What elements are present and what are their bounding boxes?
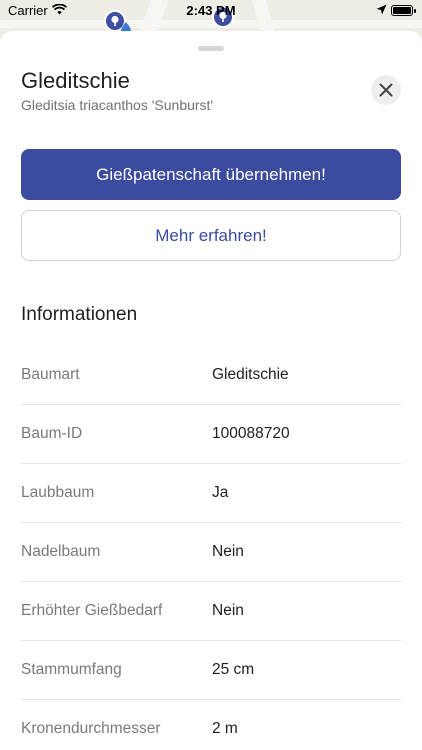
status-bar: Carrier 2:43 PM [0, 0, 422, 22]
info-label: Baum-ID [21, 425, 83, 442]
info-label: Stammumfang [21, 661, 122, 678]
status-time: 2:43 PM [186, 3, 236, 18]
tree-species-subtitle: Gleditsia triacanthos 'Sunburst' [21, 97, 214, 113]
close-icon [379, 83, 393, 97]
close-button[interactable] [371, 75, 401, 105]
info-value: 25 cm [212, 661, 255, 678]
info-row-baum-id: Baum-ID 100088720 [21, 405, 401, 464]
section-title-information: Informationen [21, 304, 138, 325]
location-arrow-icon [376, 4, 387, 15]
info-value: Nein [212, 602, 244, 619]
info-row-giessbedarf: Erhöhter Gießbedarf Nein [21, 582, 401, 641]
info-label: Nadelbaum [21, 543, 101, 560]
info-value: 100088720 [212, 425, 290, 442]
info-label: Erhöhter Gießbedarf [21, 602, 163, 619]
info-row-kronendurchmesser: Kronendurchmesser 2 m [21, 700, 401, 750]
info-label: Laubbaum [21, 484, 95, 501]
battery-icon [391, 5, 416, 16]
info-value: Gleditschie [212, 366, 289, 383]
info-row-laubbaum: Laubbaum Ja [21, 464, 401, 523]
info-row-baumart: Baumart Gleditschie [21, 346, 401, 405]
sheet-grabber-handle[interactable] [198, 46, 224, 51]
info-value: Ja [212, 484, 229, 501]
tree-title: Gleditschie [21, 68, 130, 93]
info-row-stammumfang: Stammumfang 25 cm [21, 641, 401, 700]
adopt-watering-button[interactable]: Gießpatenschaft übernehmen! [21, 149, 401, 200]
tree-detail-sheet: Gleditschie Gleditsia triacanthos 'Sunbu… [0, 31, 422, 750]
learn-more-button[interactable]: Mehr erfahren! [21, 210, 401, 261]
info-list: Baumart Gleditschie Baum-ID 100088720 La… [21, 346, 401, 750]
info-label: Kronendurchmesser [21, 720, 161, 737]
info-value: 2 m [212, 720, 238, 737]
info-label: Baumart [21, 366, 80, 383]
info-row-nadelbaum: Nadelbaum Nein [21, 523, 401, 582]
info-value: Nein [212, 543, 244, 560]
